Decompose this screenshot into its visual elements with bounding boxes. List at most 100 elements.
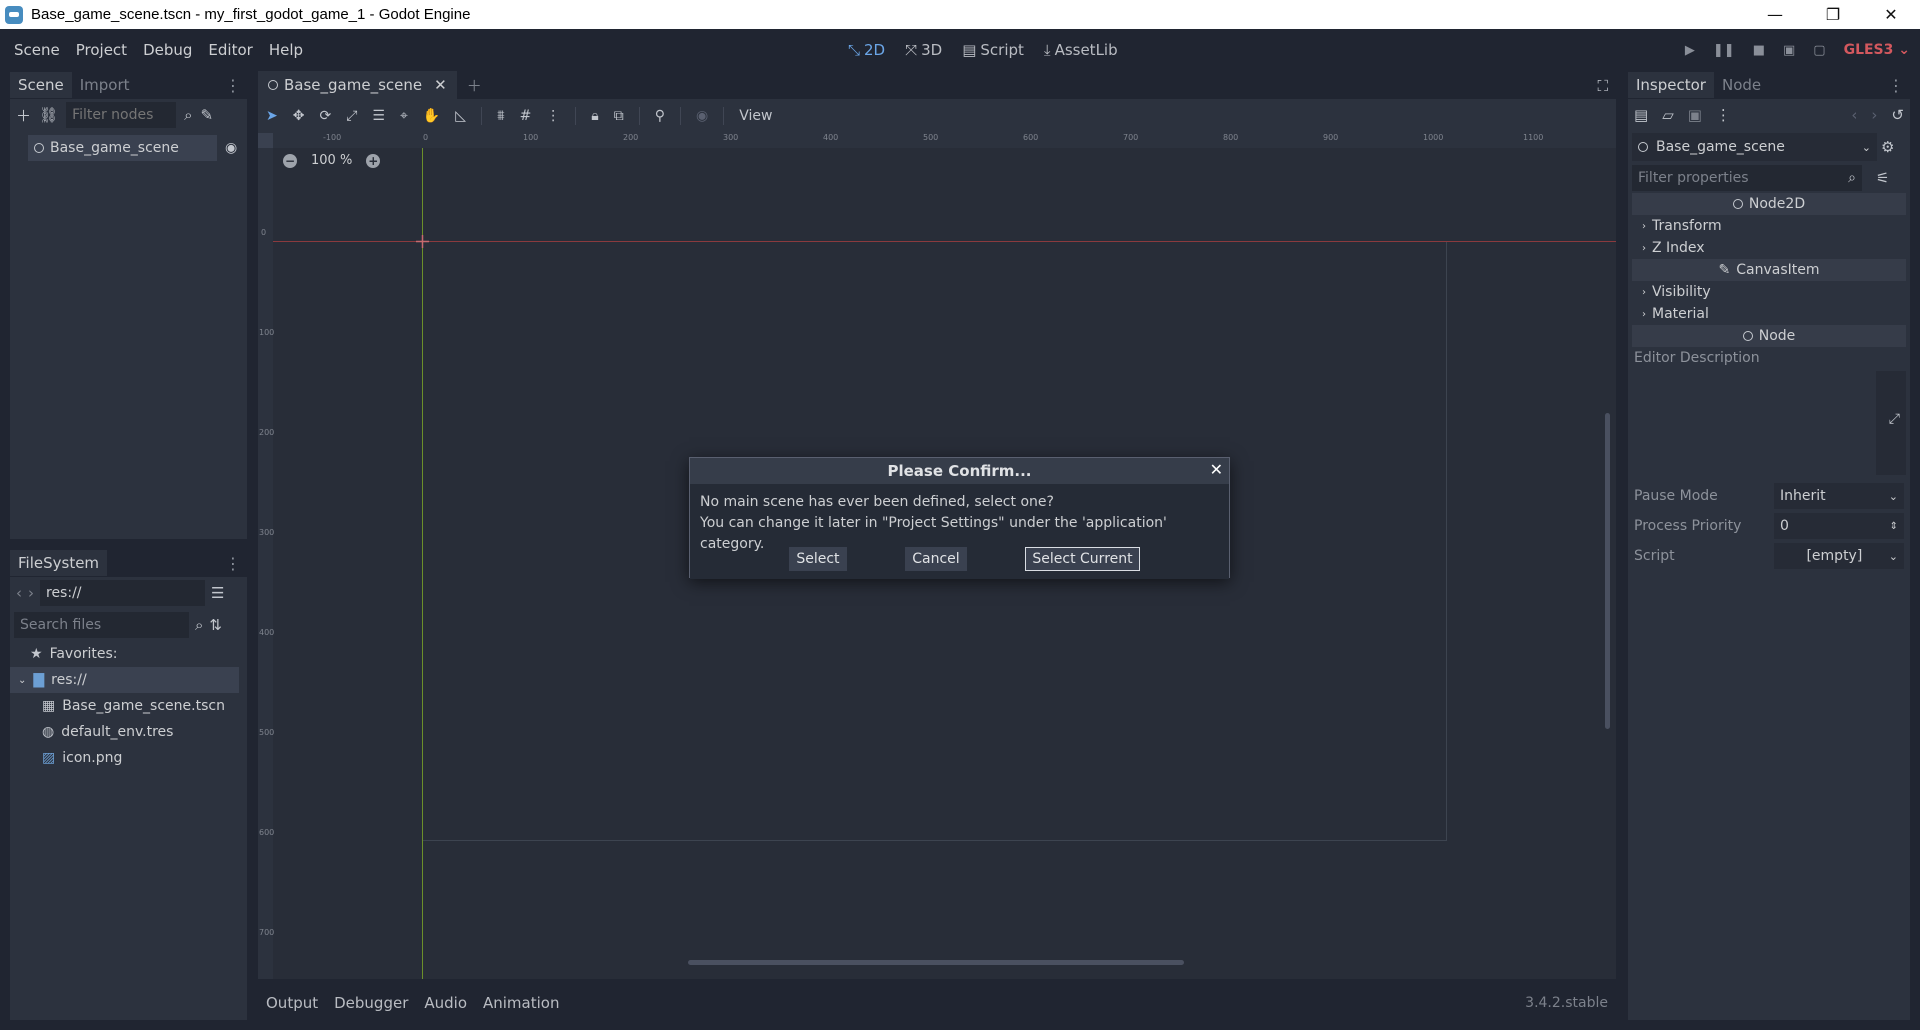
renderer-selector[interactable]: GLES3 ⌄ xyxy=(1844,42,1910,58)
move-mode-icon[interactable]: ✥ xyxy=(293,108,305,124)
ruler-mode-icon[interactable]: ◺ xyxy=(455,108,466,124)
vertical-scrollbar[interactable] xyxy=(1605,413,1610,729)
history-forward-icon[interactable]: › xyxy=(1871,106,1877,124)
filter-properties-input[interactable]: Filter properties ⌕ xyxy=(1632,165,1862,191)
scene-tab[interactable]: Base_game_scene ✕ xyxy=(258,71,457,99)
new-resource-icon[interactable]: ▤ xyxy=(1634,106,1648,124)
script-resource-picker[interactable]: [empty] ⌄ xyxy=(1774,543,1904,569)
tab-audio[interactable]: Audio xyxy=(424,994,467,1012)
close-icon[interactable]: ✕ xyxy=(1210,460,1223,479)
ruler-horizontal[interactable]: -100 0 100 200 300 400 500 600 700 800 9… xyxy=(273,133,1616,148)
bone-icon[interactable]: ⚲ xyxy=(655,108,665,124)
save-icon[interactable]: ▣ xyxy=(1688,106,1702,124)
tab-debugger[interactable]: Debugger xyxy=(334,994,408,1012)
menu-editor[interactable]: Editor xyxy=(200,41,260,59)
inspected-node-selector[interactable]: Base_game_scene ⌄ xyxy=(1632,133,1877,161)
history-icon[interactable]: ↺ xyxy=(1891,106,1904,124)
ruler-vertical[interactable]: 0 100 200 300 400 500 600 700 xyxy=(258,148,274,979)
workspace-2d-button[interactable]: ⤡ 2D xyxy=(848,41,885,59)
pan-mode-icon[interactable]: ✋ xyxy=(423,108,440,124)
pause-icon[interactable]: ❚❚ xyxy=(1713,43,1735,58)
file-item[interactable]: ▨ icon.png xyxy=(10,745,247,771)
workspace-script-button[interactable]: ▤ Script xyxy=(962,41,1024,59)
back-icon[interactable]: ‹ xyxy=(16,584,22,602)
forward-icon[interactable]: › xyxy=(28,584,34,602)
visibility-eye-icon[interactable]: ◉ xyxy=(225,140,237,156)
pause-mode-dropdown[interactable]: Inherit ⌄ xyxy=(1774,483,1904,509)
group-icon[interactable]: ⧉ xyxy=(614,108,624,124)
play-scene-icon[interactable]: ▣ xyxy=(1783,43,1795,58)
scene-script-icon[interactable]: ✎ xyxy=(200,106,213,124)
tab-animation[interactable]: Animation xyxy=(483,994,559,1012)
zoom-in-icon[interactable]: + xyxy=(366,153,381,168)
zoom-level[interactable]: 100 % xyxy=(311,153,352,168)
section-visibility[interactable]: › Visibility xyxy=(1632,281,1906,303)
workspace-assetlib-button[interactable]: ⤓ AssetLib xyxy=(1044,41,1118,59)
tab-output[interactable]: Output xyxy=(266,994,318,1012)
folder-res-item[interactable]: ⌄ ▇ res:// xyxy=(10,667,239,693)
horizontal-scrollbar[interactable] xyxy=(688,960,1184,965)
select-button[interactable]: Select xyxy=(789,547,847,571)
section-z-index[interactable]: › Z Index xyxy=(1632,237,1906,259)
favorites-item[interactable]: ★ Favorites: xyxy=(10,641,247,667)
split-mode-icon[interactable]: ☰ xyxy=(211,584,224,602)
close-window-button[interactable]: ✕ xyxy=(1862,0,1920,29)
kebab-menu-icon[interactable]: ⋮ xyxy=(225,554,241,573)
path-field[interactable]: res:// xyxy=(40,580,205,606)
maximize-button[interactable]: ❐ xyxy=(1804,0,1862,29)
select-mode-icon[interactable]: ➤ xyxy=(266,108,278,124)
grid-snap-icon[interactable]: # xyxy=(520,108,532,124)
file-item[interactable]: ◍ default_env.tres xyxy=(10,719,247,745)
process-priority-spinbox[interactable]: 0 ⇕ xyxy=(1774,513,1904,539)
tab-filesystem[interactable]: FileSystem xyxy=(10,550,108,576)
expand-icon[interactable]: ⤢ xyxy=(1889,411,1900,427)
cancel-button[interactable]: Cancel xyxy=(905,547,967,571)
rotate-mode-icon[interactable]: ⟳ xyxy=(319,108,331,124)
editor-description-field[interactable]: ⤢ xyxy=(1632,371,1906,479)
play-icon[interactable]: ▶ xyxy=(1685,43,1695,58)
search-files-input[interactable]: Search files xyxy=(14,612,189,638)
tab-node[interactable]: Node xyxy=(1714,72,1769,98)
spinner-arrows-icon[interactable]: ⇕ xyxy=(1890,521,1898,532)
play-custom-scene-icon[interactable]: ▢ xyxy=(1813,43,1825,58)
filter-options-icon[interactable]: ⚟ xyxy=(1876,169,1889,187)
zoom-out-icon[interactable]: − xyxy=(283,153,297,168)
file-item[interactable]: ▦ Base_game_scene.tscn xyxy=(10,693,247,719)
list-select-icon[interactable]: ☰ xyxy=(372,108,385,124)
tab-inspector[interactable]: Inspector xyxy=(1628,72,1714,98)
sort-icon[interactable]: ⇅ xyxy=(209,616,222,634)
select-current-button[interactable]: Select Current xyxy=(1025,547,1140,571)
stop-icon[interactable]: ■ xyxy=(1753,43,1765,58)
kebab-menu-icon[interactable]: ⋮ xyxy=(225,76,241,95)
section-material[interactable]: › Material xyxy=(1632,303,1906,325)
history-back-icon[interactable]: ‹ xyxy=(1851,106,1857,124)
section-transform[interactable]: › Transform xyxy=(1632,215,1906,237)
tab-import[interactable]: Import xyxy=(72,72,138,98)
smart-snap-icon[interactable]: ⩩ xyxy=(497,108,504,124)
view-menu[interactable]: View xyxy=(739,108,772,124)
filter-nodes-input[interactable] xyxy=(66,102,177,128)
close-tab-icon[interactable]: ✕ xyxy=(434,76,447,94)
search-icon[interactable]: ⌕ xyxy=(195,616,203,634)
lock-icon[interactable]: 🔒︎ xyxy=(591,108,598,124)
open-folder-icon[interactable]: ▱ xyxy=(1662,106,1674,124)
add-node-icon[interactable]: ＋ xyxy=(16,105,31,126)
search-icon[interactable]: ⌕ xyxy=(184,106,192,124)
minimize-button[interactable]: — xyxy=(1746,0,1804,29)
menu-scene[interactable]: Scene xyxy=(6,41,68,59)
scale-mode-icon[interactable]: ⤢ xyxy=(346,108,357,124)
menu-help[interactable]: Help xyxy=(261,41,311,59)
object-properties-icon[interactable]: ⚙ xyxy=(1881,138,1894,156)
menu-debug[interactable]: Debug xyxy=(135,41,200,59)
pivot-mode-icon[interactable]: ⌖ xyxy=(400,108,408,124)
camera-override-icon[interactable]: ◉ xyxy=(696,108,708,124)
menu-project[interactable]: Project xyxy=(68,41,135,59)
tree-node-root[interactable]: Base_game_scene xyxy=(28,135,217,161)
more-options-icon[interactable]: ⋮ xyxy=(1716,106,1731,124)
add-scene-tab-icon[interactable]: ＋ xyxy=(467,75,482,96)
distraction-free-icon[interactable]: ⛶ xyxy=(1597,77,1608,95)
tab-scene[interactable]: Scene xyxy=(10,72,72,98)
kebab-menu-icon[interactable]: ⋮ xyxy=(1888,76,1904,95)
workspace-3d-button[interactable]: ⤧ 3D xyxy=(905,41,942,59)
snap-options-icon[interactable]: ⋮ xyxy=(546,108,560,124)
